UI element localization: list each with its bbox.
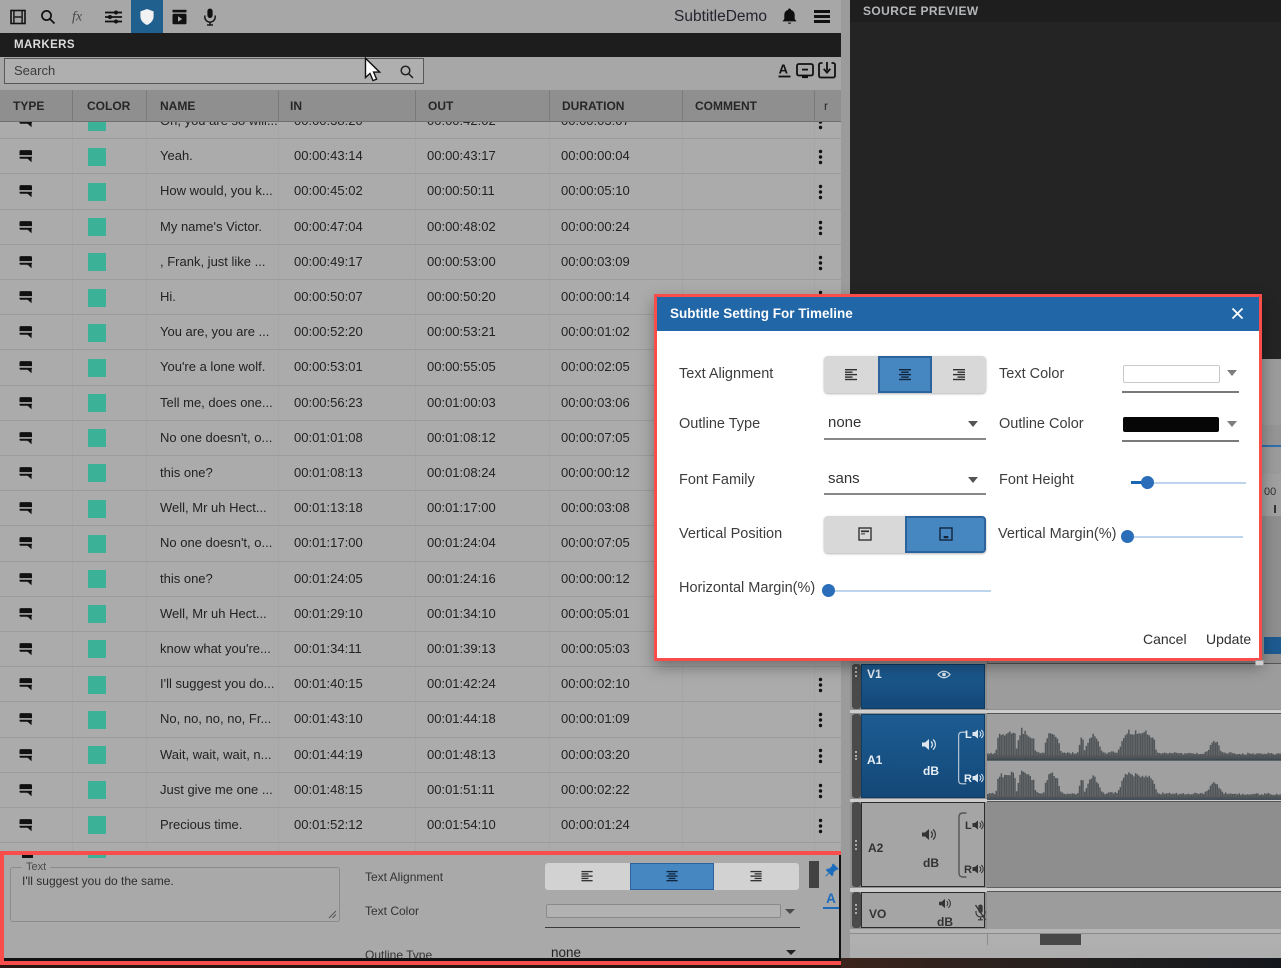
svg-text:fx: fx — [72, 9, 83, 25]
svg-text:A: A — [779, 62, 789, 77]
